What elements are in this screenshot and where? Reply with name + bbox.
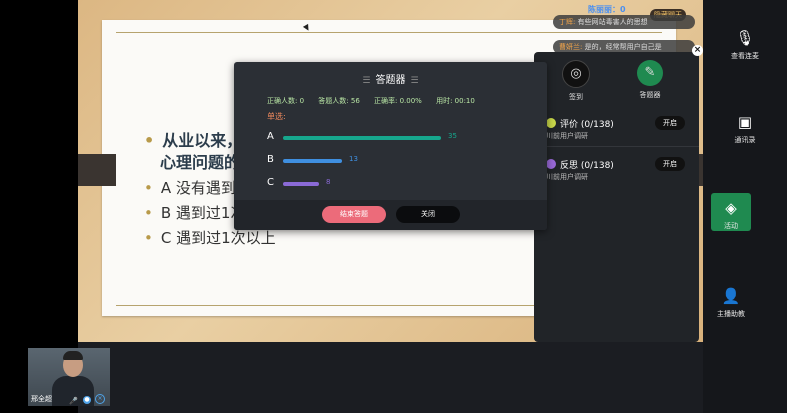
dialog-title: ☰ 答题器 ☰ xyxy=(362,75,419,86)
slide-question-line1: 从业以来， xyxy=(162,131,243,150)
close-dialog-button[interactable]: 关闭 xyxy=(396,206,460,223)
option-count: 35 xyxy=(448,132,457,140)
chat-top-user: 陈丽丽：0 xyxy=(588,5,626,14)
dialog-footer: 结束答题 关闭 xyxy=(234,200,547,230)
user-list-icon: 👤 xyxy=(721,287,741,305)
correct-count: 正确人数: 0 xyxy=(267,97,305,105)
question-type: 单选: xyxy=(267,112,286,121)
elapsed-time: 用时: 00:10 xyxy=(436,97,475,105)
checkin-button[interactable]: ◎ 签到 xyxy=(556,60,596,102)
answer-stats: 正确人数: 0 答题人数: 56 正确率: 0.00% 用时: 00:10 xyxy=(267,96,487,106)
option-label: B xyxy=(267,154,274,165)
option-label: A xyxy=(267,131,274,142)
option-label: C xyxy=(267,177,274,188)
answer-dialog: ☰ 答题器 ☰ 正确人数: 0 答题人数: 56 正确率: 0.00% 用时: 00… xyxy=(234,62,547,230)
evaluation-icon xyxy=(546,118,556,128)
menu-lines-icon: ☰ xyxy=(410,76,419,86)
layers-icon: ◈ xyxy=(725,199,737,217)
activity-row-evaluation: 评价 (0/138) 川前用户调研 开启 xyxy=(534,114,699,154)
start-evaluation-button[interactable]: 开启 xyxy=(655,116,685,130)
camera-video-tile[interactable]: 邢全超 🎤 ● × xyxy=(28,348,110,406)
slide-option-b: • B 遇到过1次 xyxy=(144,204,246,222)
view-mic-button[interactable]: 🎙 查看连麦 xyxy=(703,28,787,61)
answer-option-row: C8 xyxy=(267,177,527,191)
answer-option-row: B 13 xyxy=(267,154,527,168)
divider xyxy=(534,146,699,147)
close-panel-icon[interactable]: × xyxy=(692,45,703,56)
menu-lines-icon: ☰ xyxy=(362,76,371,86)
slide-top-rule xyxy=(116,32,662,33)
slide-option-c: • C 遇到过1次以上 xyxy=(144,229,276,247)
option-bar xyxy=(283,136,441,140)
activity-panel: ◎ 签到 ✎ 答题器 评价 (0/138) 川前用户调研 开启 反思 (0/13… xyxy=(534,52,699,342)
mic-icon[interactable]: 🎤 xyxy=(69,397,78,405)
option-count: 8 xyxy=(326,178,331,186)
activity-row-reflection: 反思 (0/138) 川前用户调研 开启 xyxy=(534,155,699,195)
answer-option-row: A 35 xyxy=(267,131,527,145)
answer-tool-button[interactable]: ✎ 答题器 xyxy=(630,60,670,100)
assistant-button[interactable]: 👤 主播助教 xyxy=(689,286,773,319)
option-bar xyxy=(283,182,319,186)
answer-tool-icon: ✎ xyxy=(637,60,663,86)
presenter-name: 邢全超 xyxy=(31,395,52,403)
camera-status-icon[interactable]: ● xyxy=(83,396,91,404)
checkin-icon: ◎ xyxy=(562,60,590,88)
prev-slide-handle[interactable] xyxy=(78,154,116,186)
reflection-icon xyxy=(546,159,556,169)
option-count: 13 xyxy=(349,155,358,163)
accuracy-rate: 正确率: 0.00% xyxy=(374,97,422,105)
start-reflection-button[interactable]: 开启 xyxy=(655,157,685,171)
slide-question-line2: 心理问题的 xyxy=(160,153,241,172)
contacts-icon: ▣ xyxy=(737,113,753,131)
microphone-icon: 🎙 xyxy=(735,29,755,47)
right-sidebar: 🎙 查看连麦 ▣ 通讯录 ◈ 活动 👤 主播助教 xyxy=(703,0,787,413)
contacts-button[interactable]: ▣ 通讯录 xyxy=(703,112,787,145)
remove-icon[interactable]: × xyxy=(95,394,105,404)
slide-question: • 从业以来， 心理问题的 xyxy=(144,131,243,172)
option-bar xyxy=(283,159,342,163)
end-answer-button[interactable]: 结束答题 xyxy=(322,206,386,223)
activity-button[interactable]: ◈ 活动 xyxy=(689,198,773,231)
slide-option-a: • A 没有遇到 xyxy=(144,179,236,197)
answered-count: 答题人数: 56 xyxy=(318,97,360,105)
chat-message: 丁辉: 有些网站毒害人的思想 xyxy=(553,15,695,29)
person-hair xyxy=(63,351,83,360)
